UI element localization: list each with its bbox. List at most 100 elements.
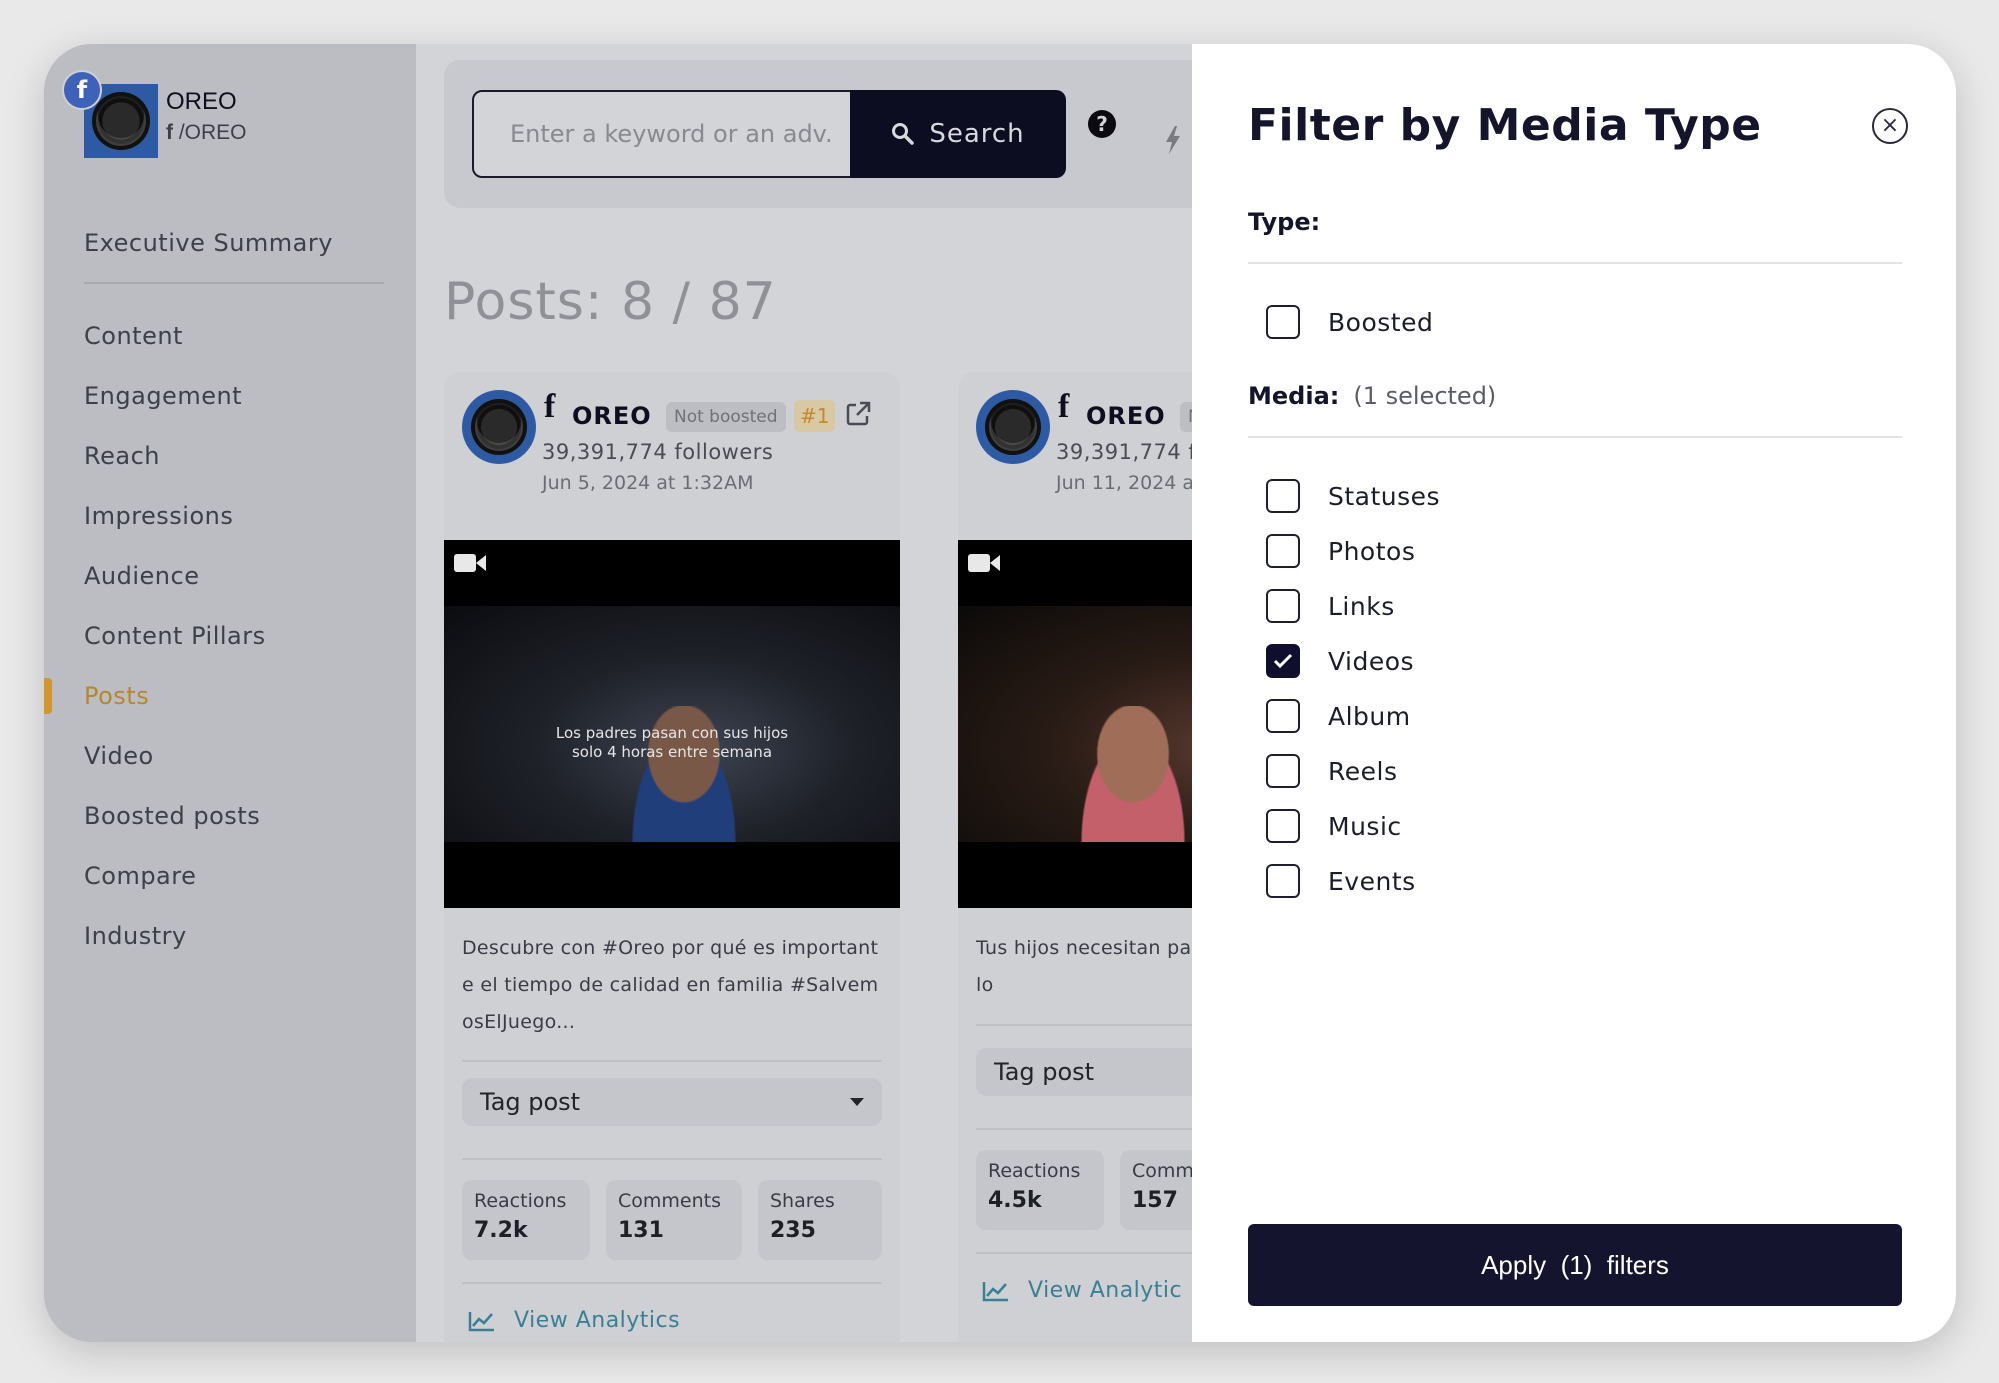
- tag-post-label: Tag post: [480, 1088, 581, 1116]
- rank-badge: #1: [794, 400, 836, 432]
- divider: [1248, 262, 1902, 264]
- post-avatar: [462, 390, 536, 464]
- search-input[interactable]: Enter a keyword or an adv.: [472, 90, 852, 178]
- oreo-cookie-icon: [471, 399, 527, 455]
- checkbox-box[interactable]: [1266, 305, 1300, 339]
- checkbox-box-checked[interactable]: [1266, 644, 1300, 678]
- metric-label: Reactions: [988, 1160, 1081, 1182]
- search-icon: [892, 123, 915, 145]
- app-window: f OREO f /OREO Executive Summary Content…: [44, 44, 1956, 1342]
- followers-count: 39,391,774 fo: [1056, 440, 1210, 464]
- metric-reactions: Reactions 4.5k: [976, 1150, 1104, 1230]
- oreo-cookie-icon: [92, 92, 150, 150]
- search-button-label: Search: [929, 119, 1025, 149]
- search-button[interactable]: Search: [850, 90, 1066, 178]
- post-card: f OREO Not boosted #1 39,391,774 followe…: [444, 372, 900, 1342]
- checkbox-reels[interactable]: Reels: [1266, 751, 1397, 791]
- sidebar-item-impressions[interactable]: Impressions: [84, 486, 384, 546]
- brand-handle-text: /OREO: [178, 121, 247, 144]
- sidebar-item-reach[interactable]: Reach: [84, 426, 384, 486]
- checkbox-box[interactable]: [1266, 589, 1300, 623]
- tag-post-label: Tag post: [994, 1058, 1095, 1086]
- checkbox-events[interactable]: Events: [1266, 861, 1416, 901]
- sidebar-item-executive-summary[interactable]: Executive Summary: [84, 204, 384, 284]
- facebook-badge-icon: f: [62, 70, 102, 110]
- bolt-icon[interactable]: [1164, 126, 1182, 161]
- checkbox-box[interactable]: [1266, 479, 1300, 513]
- checkbox-box[interactable]: [1266, 534, 1300, 568]
- checkbox-videos[interactable]: Videos: [1266, 641, 1414, 681]
- metric-value: 131: [618, 1218, 664, 1243]
- sidebar-nav: Executive Summary Content Engagement Rea…: [44, 204, 384, 966]
- checkbox-label: Links: [1328, 591, 1395, 621]
- line-chart-icon: [982, 1281, 1008, 1301]
- followers-count: 39,391,774 followers: [542, 440, 774, 464]
- help-icon[interactable]: ?: [1088, 110, 1116, 138]
- media-section-label: Media: (1 selected): [1248, 382, 1496, 410]
- video-camera-icon: [968, 554, 1000, 572]
- checkbox-label: Photos: [1328, 536, 1416, 566]
- post-avatar: [976, 390, 1050, 464]
- metric-shares: Shares 235: [758, 1180, 882, 1260]
- metric-label: Comments: [618, 1190, 721, 1212]
- metric-reactions: Reactions 7.2k: [462, 1180, 590, 1260]
- brand-handle: f /OREO: [166, 121, 247, 145]
- metric-value: 7.2k: [474, 1218, 528, 1243]
- checkbox-box[interactable]: [1266, 699, 1300, 733]
- checkbox-boosted[interactable]: Boosted: [1266, 302, 1433, 342]
- metric-label: Reactions: [474, 1190, 567, 1212]
- post-author-name[interactable]: OREO: [572, 402, 652, 430]
- checkbox-photos[interactable]: Photos: [1266, 531, 1415, 571]
- view-analytics-label: View Analytic: [1028, 1278, 1183, 1303]
- sidebar-item-industry[interactable]: Industry: [84, 906, 384, 966]
- line-chart-icon: [468, 1311, 494, 1331]
- sidebar-item-video[interactable]: Video: [84, 726, 384, 786]
- sidebar-item-content[interactable]: Content: [84, 306, 384, 366]
- checkbox-music[interactable]: Music: [1266, 806, 1402, 846]
- type-section-label: Type:: [1248, 208, 1321, 236]
- view-analytics-link[interactable]: View Analytic: [982, 1278, 1182, 1303]
- video-camera-icon: [454, 554, 486, 572]
- divider: [1248, 436, 1902, 438]
- facebook-f-icon: f: [1058, 388, 1070, 425]
- media-selected-count: (1 selected): [1353, 382, 1497, 410]
- sidebar-item-content-pillars[interactable]: Content Pillars: [84, 606, 384, 666]
- post-date: Jun 11, 2024 a: [1056, 472, 1195, 494]
- checkbox-label: Reels: [1328, 756, 1398, 786]
- video-caption: Los padres pasan con sus hijos solo 4 ho…: [444, 724, 900, 762]
- checkbox-box[interactable]: [1266, 864, 1300, 898]
- boost-status-badge: Not boosted: [666, 402, 786, 432]
- checkbox-album[interactable]: Album: [1266, 696, 1411, 736]
- post-video-thumbnail[interactable]: Los padres pasan con sus hijos solo 4 ho…: [444, 540, 900, 908]
- caret-down-icon: [850, 1098, 864, 1106]
- checkmark-icon: [1273, 653, 1293, 669]
- apply-filters-button[interactable]: Apply (1) filters: [1248, 1224, 1902, 1306]
- sidebar-item-audience[interactable]: Audience: [84, 546, 384, 606]
- sidebar-item-boosted-posts[interactable]: Boosted posts: [84, 786, 384, 846]
- checkbox-box[interactable]: [1266, 754, 1300, 788]
- search-bar: Enter a keyword or an adv. Search ? A: [444, 60, 1244, 208]
- sidebar-item-compare[interactable]: Compare: [84, 846, 384, 906]
- sidebar: f OREO f /OREO Executive Summary Content…: [44, 44, 416, 1342]
- video-caption-line1: Los padres pasan con sus hijos: [555, 724, 789, 742]
- checkbox-label: Boosted: [1328, 307, 1434, 337]
- close-icon[interactable]: ×: [1872, 108, 1908, 144]
- oreo-cookie-icon: [985, 399, 1041, 455]
- posts-count-title: Posts: 8 / 87: [444, 272, 777, 332]
- metric-label: Shares: [770, 1190, 835, 1212]
- external-link-icon[interactable]: [844, 400, 872, 428]
- view-analytics-label: View Analytics: [514, 1308, 681, 1333]
- checkbox-box[interactable]: [1266, 809, 1300, 843]
- tag-post-dropdown[interactable]: Tag post: [462, 1078, 882, 1126]
- post-author-name[interactable]: OREO: [1086, 402, 1166, 430]
- sidebar-item-engagement[interactable]: Engagement: [84, 366, 384, 426]
- video-caption-line2: solo 4 horas entre semana: [571, 743, 773, 761]
- media-label: Media:: [1248, 382, 1340, 410]
- checkbox-label: Videos: [1328, 646, 1415, 676]
- checkbox-links[interactable]: Links: [1266, 586, 1395, 626]
- post-date: Jun 5, 2024 at 1:32AM: [542, 472, 754, 494]
- facebook-f-icon: f: [166, 121, 179, 144]
- sidebar-item-posts[interactable]: Posts: [44, 666, 384, 726]
- checkbox-statuses[interactable]: Statuses: [1266, 476, 1440, 516]
- view-analytics-link[interactable]: View Analytics: [468, 1308, 680, 1333]
